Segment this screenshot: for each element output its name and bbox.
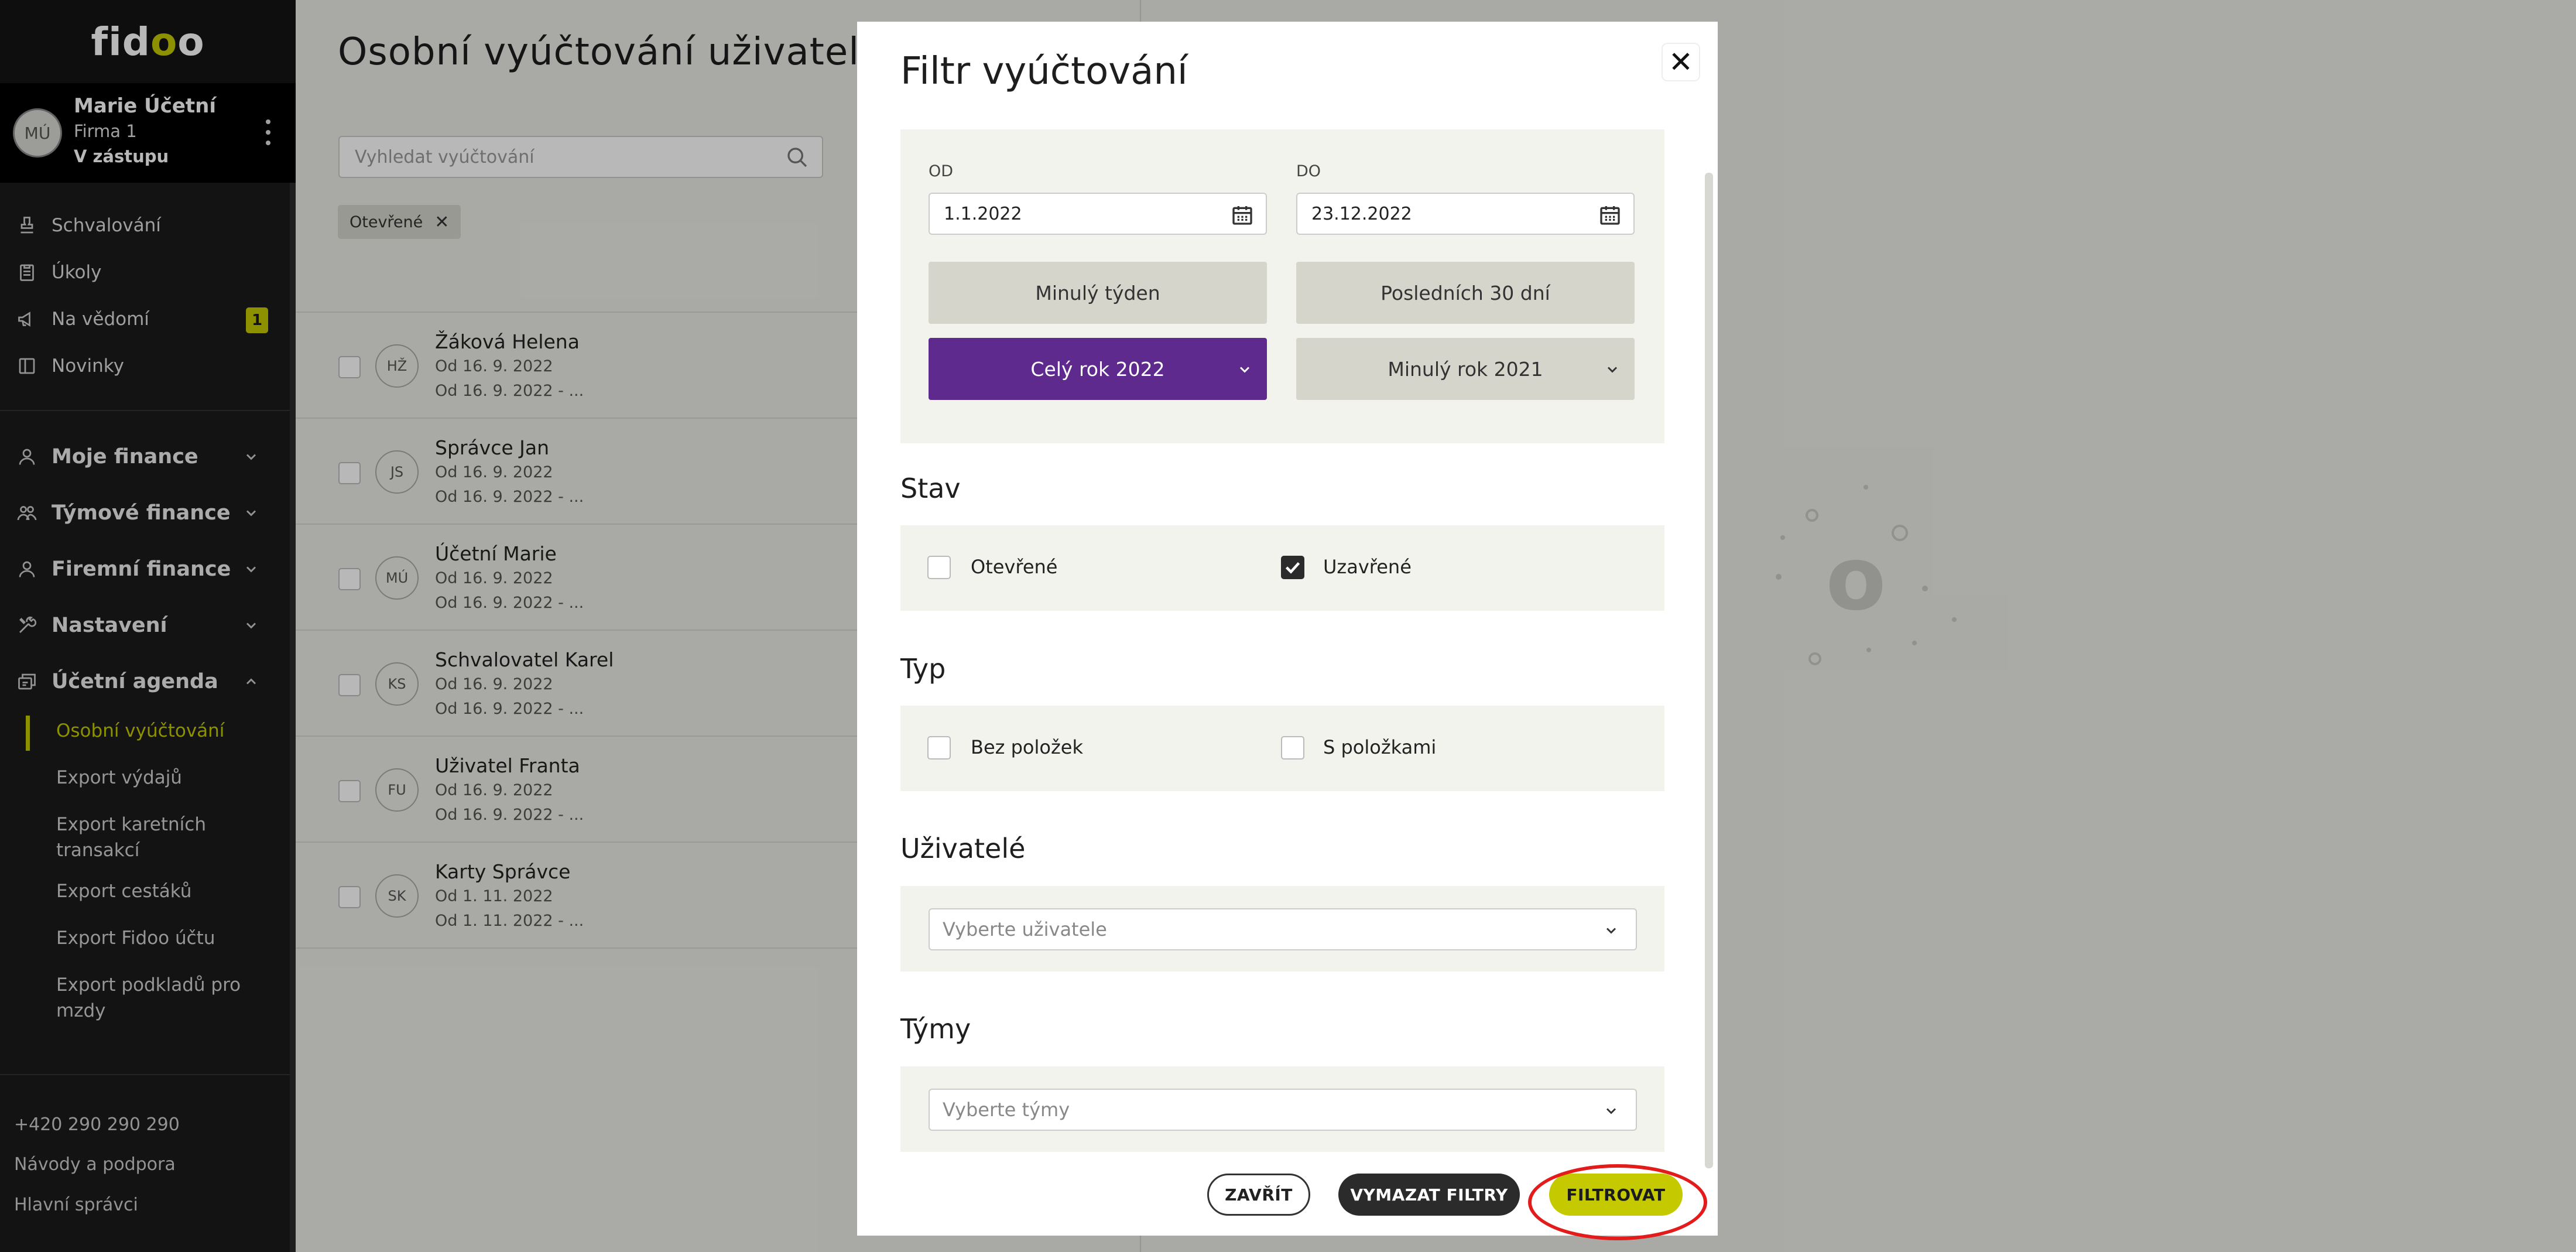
button-label: Minulý rok 2021 (1388, 357, 1543, 381)
check-icon (1285, 562, 1300, 574)
date-filter-panel: OD DO 1.1.2022 23.12.2022 Minulý týden P… (900, 129, 1664, 443)
last-week-button[interactable]: Minulý týden (929, 262, 1267, 324)
calendar-icon[interactable] (1598, 203, 1622, 227)
date-to-label: DO (1296, 162, 1321, 180)
type-section-title: Typ (900, 653, 946, 685)
users-panel: Vyberte uživatele (900, 886, 1664, 972)
last-30-days-button[interactable]: Posledních 30 dní (1296, 262, 1635, 324)
date-from-field[interactable]: 1.1.2022 (929, 193, 1267, 235)
checkbox-with-items[interactable] (1281, 736, 1304, 760)
date-to-field[interactable]: 23.12.2022 (1296, 193, 1635, 235)
checkbox-no-items[interactable] (927, 736, 951, 760)
date-from-label: OD (929, 162, 954, 180)
checkbox-label: S položkami (1323, 736, 1437, 758)
select-placeholder: Vyberte týmy (943, 1099, 1070, 1121)
close-button[interactable]: ZAVŘÍT (1207, 1174, 1310, 1216)
type-options: Bez položek S položkami (900, 706, 1664, 791)
chevron-down-icon (1606, 1108, 1616, 1114)
highlight-annotation (1528, 1164, 1707, 1240)
users-select[interactable]: Vyberte uživatele (929, 908, 1637, 950)
calendar-icon[interactable] (1231, 203, 1254, 227)
modal-scrollbar[interactable] (1705, 173, 1713, 1168)
status-section-title: Stav (900, 473, 961, 504)
select-placeholder: Vyberte uživatele (943, 918, 1107, 940)
modal-title: Filtr vyúčtování (900, 50, 1188, 93)
checkbox-label: Bez položek (971, 736, 1083, 758)
teams-panel: Vyberte týmy (900, 1066, 1664, 1152)
button-label: Celý rok 2022 (1030, 357, 1165, 381)
status-options: Otevřené Uzavřené (900, 525, 1664, 611)
checkbox-label: Uzavřené (1323, 556, 1412, 578)
teams-select[interactable]: Vyberte týmy (929, 1089, 1637, 1131)
checkbox-open[interactable] (927, 556, 951, 579)
close-icon[interactable]: ✕ (1663, 44, 1699, 80)
filter-modal: ✕ Filtr vyúčtování OD DO 1.1.2022 23.12.… (857, 22, 1718, 1236)
button-label: Posledních 30 dní (1381, 281, 1550, 305)
chevron-down-icon (1239, 367, 1250, 373)
date-from-value: 1.1.2022 (944, 203, 1022, 224)
button-label: Minulý týden (1035, 281, 1160, 305)
date-to-value: 23.12.2022 (1311, 203, 1412, 224)
chevron-down-icon (1606, 928, 1616, 934)
clear-filters-button[interactable]: VYMAZAT FILTRY (1338, 1174, 1520, 1216)
teams-section-title: Týmy (900, 1013, 971, 1045)
users-section-title: Uživatelé (900, 833, 1026, 864)
chevron-down-icon (1607, 367, 1618, 373)
year-2022-dropdown[interactable]: Celý rok 2022 (929, 338, 1267, 400)
checkbox-closed[interactable] (1281, 556, 1304, 579)
year-2021-dropdown[interactable]: Minulý rok 2021 (1296, 338, 1635, 400)
checkbox-label: Otevřené (971, 556, 1058, 578)
